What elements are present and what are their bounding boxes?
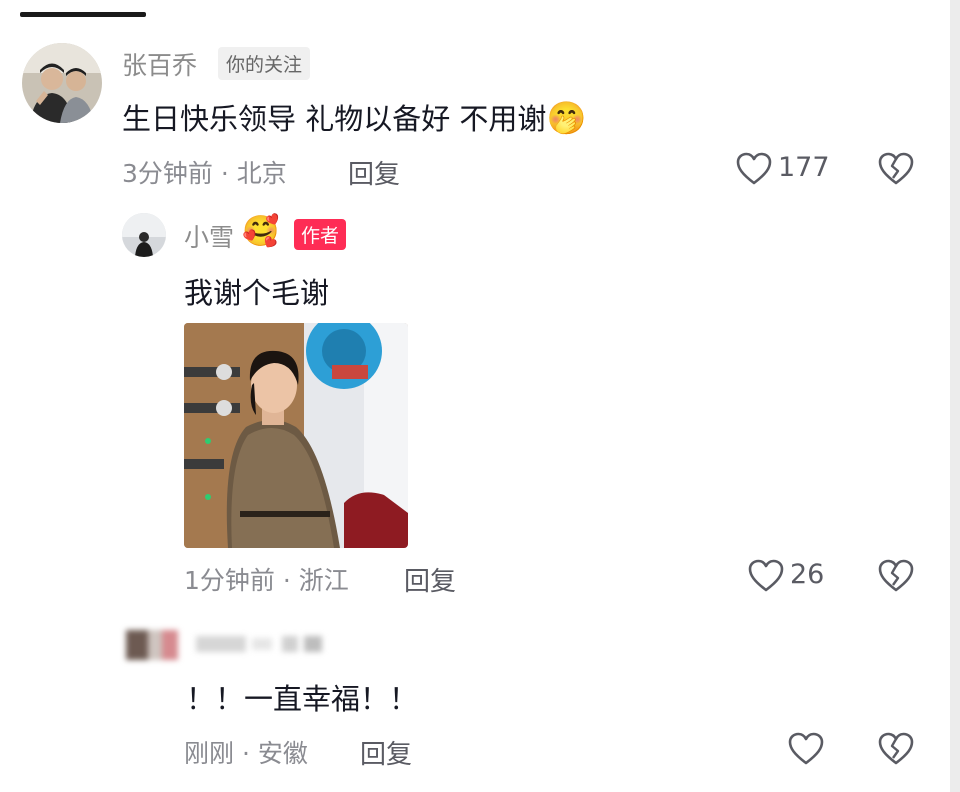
comment-time: 3分钟前	[122, 159, 213, 188]
meme-image	[184, 323, 408, 548]
meta-separator: ·	[212, 159, 237, 188]
comment-image[interactable]	[184, 323, 408, 548]
broken-heart-icon[interactable]	[878, 559, 914, 593]
username-blurred	[196, 634, 326, 654]
comment-meta: 刚刚 · 安徽	[184, 734, 308, 770]
comment-time: 1分钟前	[184, 566, 275, 595]
avatar[interactable]	[122, 213, 166, 257]
avatar-blurred[interactable]	[126, 630, 178, 660]
comment-text: 生日快乐领导 礼物以备好 不用谢	[122, 102, 547, 136]
meta-separator: ·	[234, 739, 258, 768]
comment-text: 我谢个毛谢	[184, 276, 330, 310]
comment-location: 浙江	[298, 566, 349, 595]
comment-username[interactable]: 张百乔	[122, 46, 197, 82]
like-count: 26	[790, 559, 825, 590]
comment-body: 生日快乐领导 礼物以备好 不用谢🤭	[122, 96, 586, 138]
heart-outline-icon[interactable]	[788, 732, 824, 766]
comment-panel: 张百乔 你的关注 生日快乐领导 礼物以备好 不用谢🤭 3分钟前 · 北京 回复 …	[0, 0, 950, 792]
tab-indicator	[20, 12, 146, 17]
like-count: 177	[778, 152, 830, 183]
redacted-name	[196, 636, 322, 652]
author-tag: 作者	[294, 219, 347, 250]
avatar[interactable]	[22, 43, 102, 123]
meta-separator: ·	[274, 566, 299, 595]
comment-text: ！！一直幸福！！	[186, 682, 419, 716]
comment-meta: 3分钟前 · 北京	[122, 154, 287, 190]
emoji-smiling-hearts: 🥰	[242, 214, 280, 249]
like-button[interactable]: 177	[736, 150, 830, 190]
heart-outline-icon	[736, 152, 772, 185]
comment-username[interactable]: 小雪	[184, 218, 234, 254]
broken-heart-icon[interactable]	[878, 732, 914, 766]
comment-meta: 1分钟前 · 浙江	[184, 561, 349, 597]
avatar-photo	[22, 43, 102, 123]
comment-location: 安徽	[257, 739, 308, 768]
reply-button[interactable]: 回复	[404, 561, 456, 598]
broken-heart-icon[interactable]	[878, 152, 914, 186]
following-tag: 你的关注	[218, 47, 311, 80]
comment-location: 北京	[236, 159, 287, 188]
like-button[interactable]: 26	[748, 557, 838, 597]
emoji-hand-over-mouth: 🤭	[546, 99, 587, 137]
avatar-photo	[126, 630, 178, 660]
comment-time: 刚刚	[184, 739, 235, 768]
reply-button[interactable]: 回复	[360, 734, 412, 771]
reply-button[interactable]: 回复	[348, 154, 400, 191]
heart-outline-icon	[748, 559, 784, 592]
avatar-photo	[122, 213, 166, 257]
